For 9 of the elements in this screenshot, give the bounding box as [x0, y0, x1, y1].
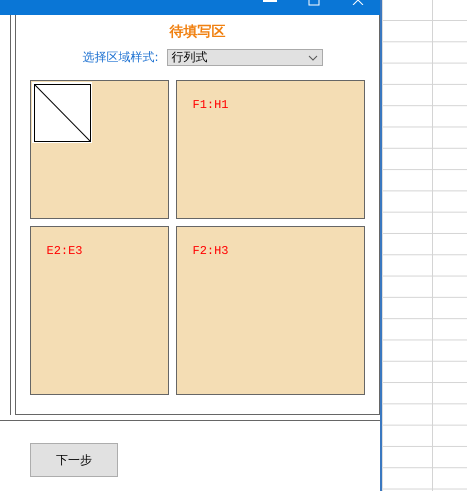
select-label: 选择区域样式:	[82, 49, 159, 66]
diagonal-square-icon	[32, 82, 92, 143]
range-label: E2:E3	[46, 244, 83, 258]
next-button[interactable]: 下一步	[30, 443, 118, 477]
range-label: F1:H1	[192, 98, 229, 112]
style-dropdown[interactable]: 行列式	[166, 49, 323, 66]
range-label: F2:H3	[192, 244, 229, 258]
caret-icon	[308, 54, 318, 60]
panel-title: 待填写区	[170, 23, 226, 41]
